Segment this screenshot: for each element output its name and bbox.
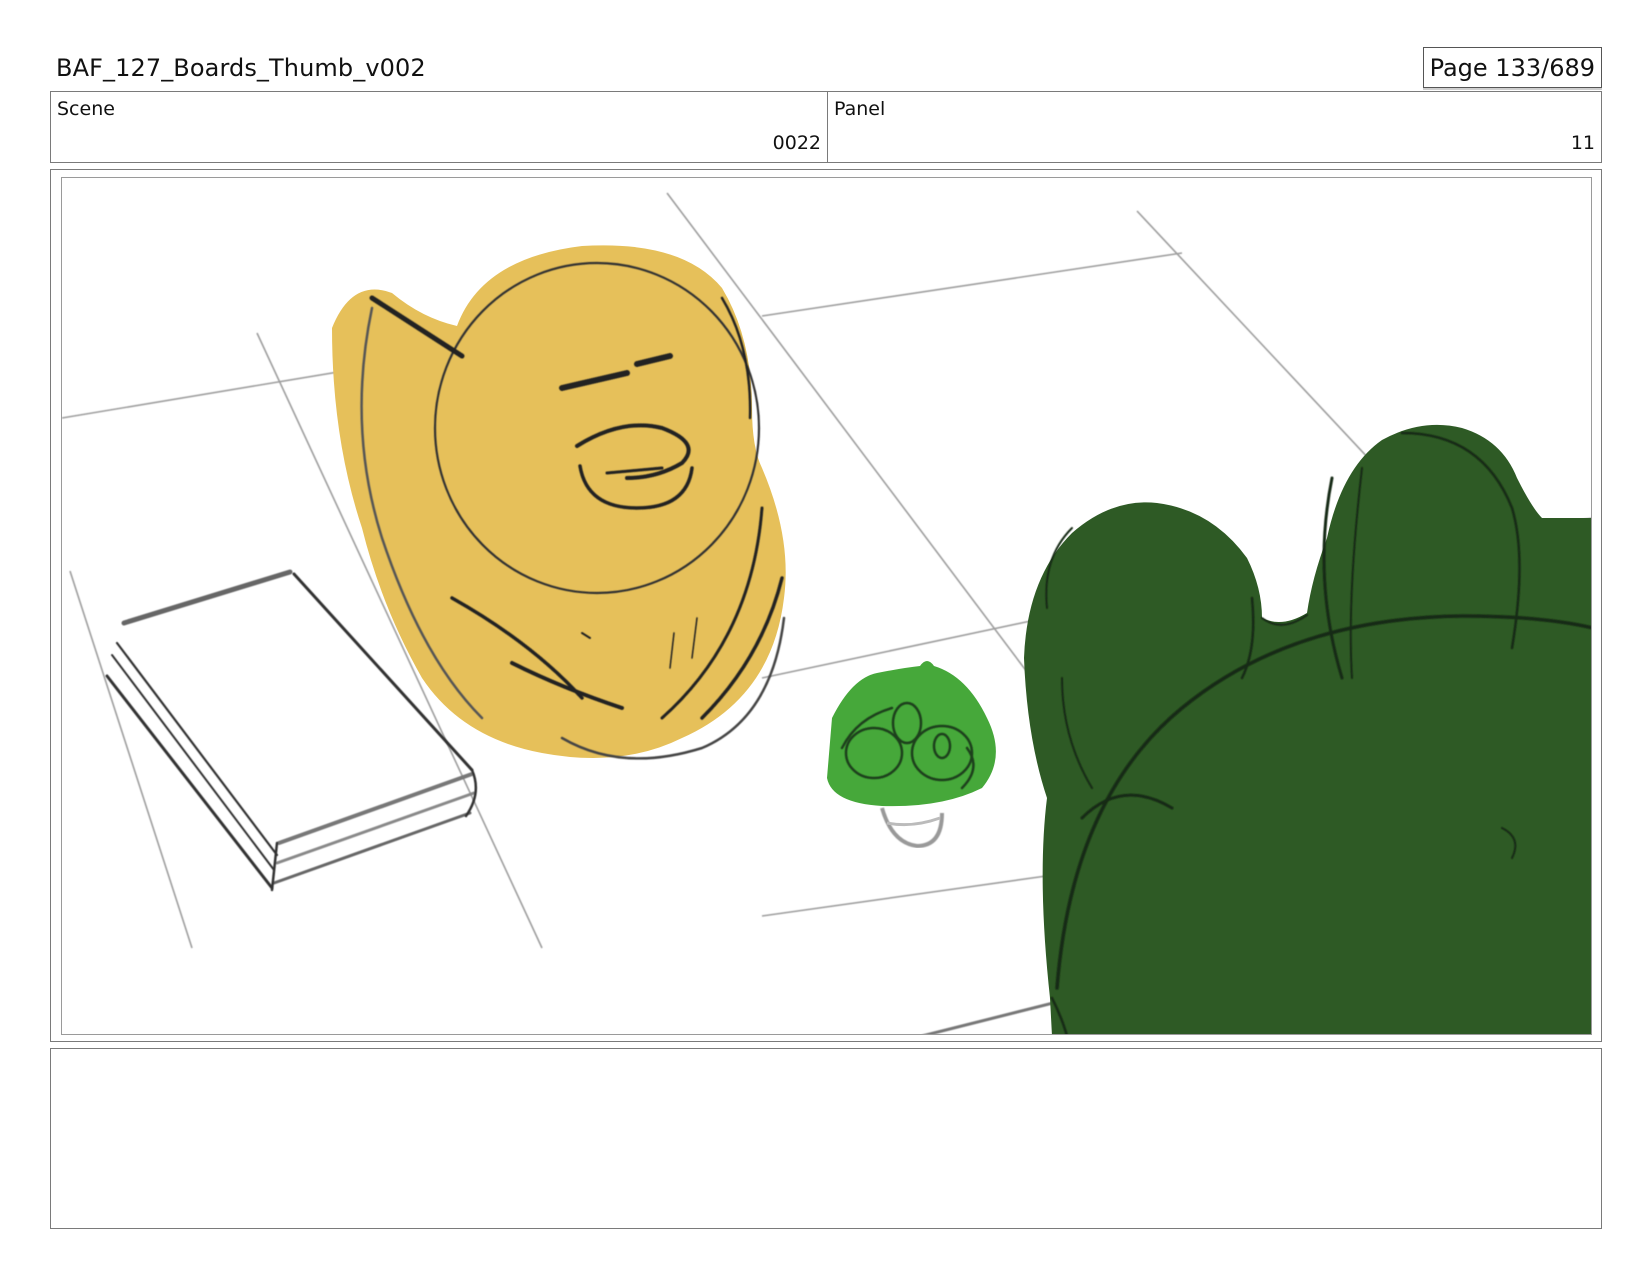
storyboard-frame xyxy=(61,177,1592,1035)
large-green-frog-icon xyxy=(1024,424,1591,1034)
document-title: BAF_127_Boards_Thumb_v002 xyxy=(56,54,426,82)
page-number-box: Page 133/689 xyxy=(1422,47,1602,88)
panel-value: 11 xyxy=(1570,132,1595,154)
small-green-frog-icon xyxy=(827,661,996,849)
panel-label: Panel xyxy=(834,98,886,120)
notes-box xyxy=(50,1048,1602,1229)
panel-cell: Panel 11 xyxy=(828,92,1601,162)
scene-cell: Scene 0022 xyxy=(51,92,828,162)
yellow-duck-icon xyxy=(332,245,786,760)
info-row: Scene 0022 Panel 11 xyxy=(50,91,1602,163)
scene-value: 0022 xyxy=(772,132,821,154)
scene-label: Scene xyxy=(57,98,115,120)
storyboard-drawing xyxy=(62,192,1591,1034)
